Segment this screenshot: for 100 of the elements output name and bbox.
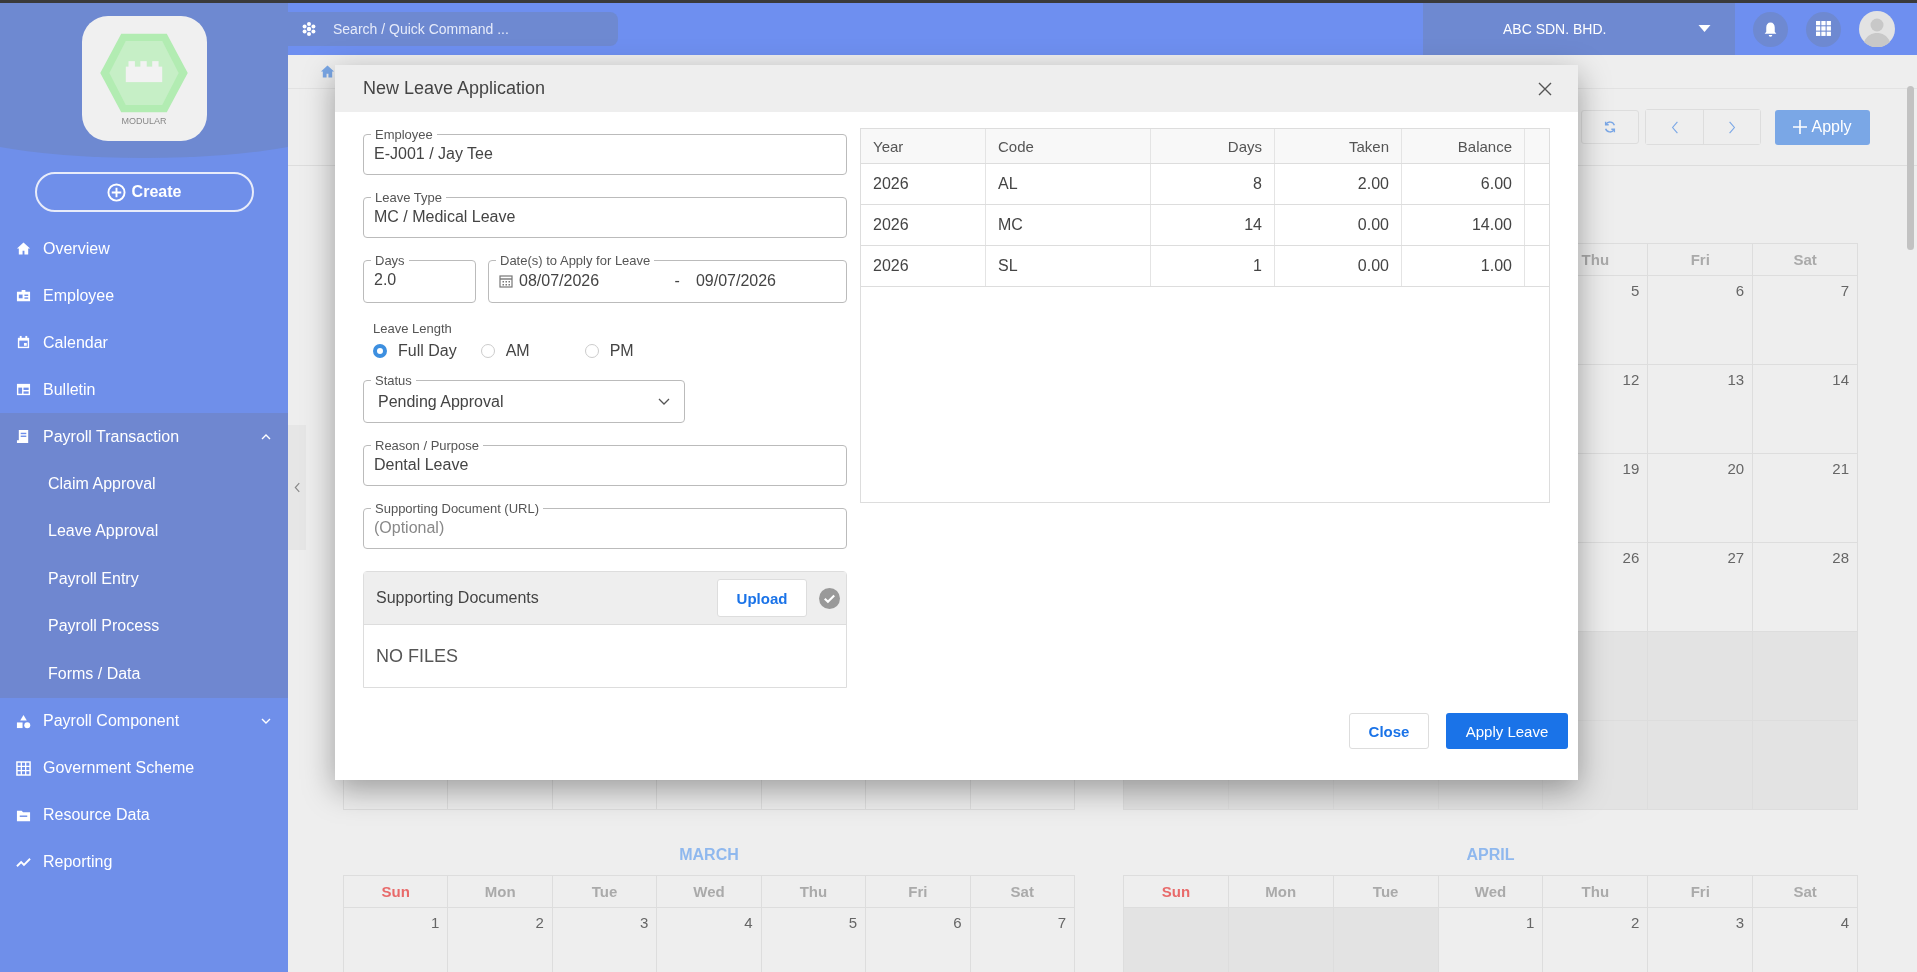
check-icon[interactable] bbox=[819, 587, 840, 609]
leave-type-field[interactable]: Leave Type MC / Medical Leave bbox=[363, 191, 847, 238]
bell-icon bbox=[1762, 20, 1779, 38]
empty-message: NO FILES bbox=[376, 645, 459, 667]
close-button[interactable] bbox=[1538, 81, 1552, 96]
table-cell: 2026 bbox=[861, 164, 986, 204]
upload-button[interactable]: Upload bbox=[717, 579, 807, 617]
field-value[interactable]: 2.0 bbox=[374, 267, 465, 291]
table-cell: 0.00 bbox=[1275, 246, 1402, 286]
create-button[interactable]: Create bbox=[34, 172, 254, 212]
dialog-title: New Leave Application bbox=[363, 78, 547, 99]
column-header[interactable]: Code bbox=[986, 129, 1151, 163]
date-range-field[interactable]: Date(s) to Apply for Leave 08/07/2026 - 09/07/2026 bbox=[488, 254, 847, 303]
calendar-day[interactable]: 14 bbox=[1753, 365, 1858, 454]
weekday-header: Wed bbox=[657, 876, 762, 908]
field-value[interactable]: E-J001 / Jay Tee bbox=[374, 141, 836, 165]
company-selector[interactable]: ABC SDN. BHD. bbox=[1423, 3, 1735, 55]
next-button[interactable] bbox=[1703, 110, 1760, 144]
calendar-day[interactable]: 7 bbox=[970, 908, 1075, 972]
field-value[interactable]: Dental Leave bbox=[374, 452, 836, 476]
nav-item[interactable]: Payroll Process bbox=[0, 602, 288, 650]
plus-icon bbox=[106, 182, 126, 202]
nav-item[interactable]: Leave Approval bbox=[0, 507, 288, 555]
nav-group[interactable]: Payroll Component bbox=[0, 697, 288, 745]
calendar-day[interactable]: 4 bbox=[657, 908, 762, 972]
reason-field[interactable]: Reason / Purpose Dental Leave bbox=[363, 439, 847, 486]
table-cell: 8 bbox=[1151, 164, 1275, 204]
table-cell: AL bbox=[986, 164, 1151, 204]
selected-value: Pending Approval bbox=[378, 393, 504, 411]
calendar-day[interactable]: 2 bbox=[1543, 908, 1649, 972]
employee-field[interactable]: Employee E-J001 / Jay Tee bbox=[363, 128, 847, 175]
calendar-day[interactable]: 6 bbox=[1648, 276, 1754, 365]
radio-option[interactable]: AM bbox=[480, 342, 561, 360]
avatar[interactable] bbox=[1859, 11, 1895, 47]
app-logo[interactable]: MODULAR bbox=[81, 16, 207, 141]
scrollbar[interactable] bbox=[1907, 86, 1914, 250]
weekday-header: Thu bbox=[761, 876, 867, 908]
calendar-day[interactable]: 5 bbox=[761, 908, 867, 972]
close-button[interactable]: Close bbox=[1349, 713, 1429, 749]
cluster-icon bbox=[301, 21, 317, 37]
notification-button[interactable] bbox=[1753, 11, 1788, 47]
radio-button[interactable] bbox=[373, 344, 387, 358]
weekday-header: Sat bbox=[970, 876, 1075, 908]
table-cell: SL bbox=[986, 246, 1151, 286]
calendar-day[interactable]: 2 bbox=[448, 908, 553, 972]
weekday-header: Fri bbox=[866, 876, 971, 908]
nav-item[interactable]: Forms / Data bbox=[0, 650, 288, 698]
caret-icon bbox=[1698, 25, 1711, 33]
search-field[interactable]: Search / Quick Command ... bbox=[288, 12, 618, 46]
collapse-handle[interactable] bbox=[288, 425, 306, 550]
calendar-day[interactable]: 20 bbox=[1648, 454, 1754, 543]
radio-option[interactable]: PM bbox=[584, 342, 665, 360]
grid-icon bbox=[16, 760, 31, 776]
nav-group[interactable]: Payroll Transaction bbox=[0, 413, 288, 460]
days-field[interactable]: Days 2.0 bbox=[363, 254, 476, 303]
weekday-header: Thu bbox=[1543, 876, 1649, 908]
chevron-icon bbox=[658, 398, 670, 406]
nav-item[interactable]: Overview bbox=[0, 225, 288, 272]
calendar-day[interactable]: 6 bbox=[866, 908, 971, 972]
column-header[interactable]: Days bbox=[1151, 129, 1275, 163]
field-label: Date(s) to Apply for Leave bbox=[499, 254, 652, 267]
weekday-header: Sat bbox=[1753, 876, 1858, 908]
calendar-day[interactable]: 3 bbox=[1648, 908, 1754, 972]
document-url-field[interactable]: Supporting Document (URL) (Optional) bbox=[363, 502, 847, 549]
nav-item[interactable]: Resource Data bbox=[0, 791, 288, 839]
home-icon[interactable] bbox=[320, 64, 335, 79]
receipt-icon bbox=[16, 429, 31, 444]
apply-leave-button[interactable]: Apply Leave bbox=[1446, 713, 1568, 749]
chevron-right-icon bbox=[1728, 120, 1736, 134]
calendar-day[interactable]: 13 bbox=[1648, 365, 1754, 454]
calendar-icon bbox=[499, 274, 513, 288]
nav-item[interactable]: Employee bbox=[0, 272, 288, 319]
field-value[interactable]: (Optional) bbox=[374, 515, 836, 539]
radio-label: AM bbox=[505, 342, 530, 360]
nav-item[interactable]: Bulletin bbox=[0, 366, 288, 413]
column-header[interactable]: Balance bbox=[1402, 129, 1525, 163]
nav-item[interactable]: Government Scheme bbox=[0, 744, 288, 792]
calendar-day[interactable]: 1 bbox=[1438, 908, 1544, 972]
chevron-left-icon bbox=[293, 482, 301, 493]
refresh-button[interactable] bbox=[1581, 110, 1639, 144]
search-input[interactable]: Search / Quick Command ... bbox=[331, 20, 595, 38]
status-dropdown[interactable]: Status Pending Approval bbox=[363, 374, 685, 423]
radio-option[interactable]: Full Day bbox=[373, 342, 457, 360]
nav-item[interactable]: Claim Approval bbox=[0, 460, 288, 508]
field-value[interactable]: MC / Medical Leave bbox=[374, 204, 836, 228]
calendar-day[interactable]: 21 bbox=[1753, 454, 1858, 543]
calendar-day[interactable]: 7 bbox=[1753, 276, 1858, 365]
nav-item[interactable]: Payroll Entry bbox=[0, 555, 288, 603]
nav-item[interactable]: Calendar bbox=[0, 319, 288, 366]
nav-item[interactable]: Reporting bbox=[0, 838, 288, 886]
panel-title: Supporting Documents bbox=[376, 589, 540, 607]
close-icon bbox=[1538, 81, 1552, 96]
column-header[interactable]: Year bbox=[861, 129, 986, 163]
table-cell: 14.00 bbox=[1402, 205, 1525, 245]
column-header[interactable]: Taken bbox=[1275, 129, 1402, 163]
calendar-icon bbox=[16, 335, 31, 350]
calendar-day[interactable]: 1 bbox=[344, 908, 449, 972]
calendar-day[interactable]: 4 bbox=[1753, 908, 1858, 972]
calendar-day[interactable]: 3 bbox=[552, 908, 658, 972]
apps-button[interactable] bbox=[1806, 11, 1841, 47]
